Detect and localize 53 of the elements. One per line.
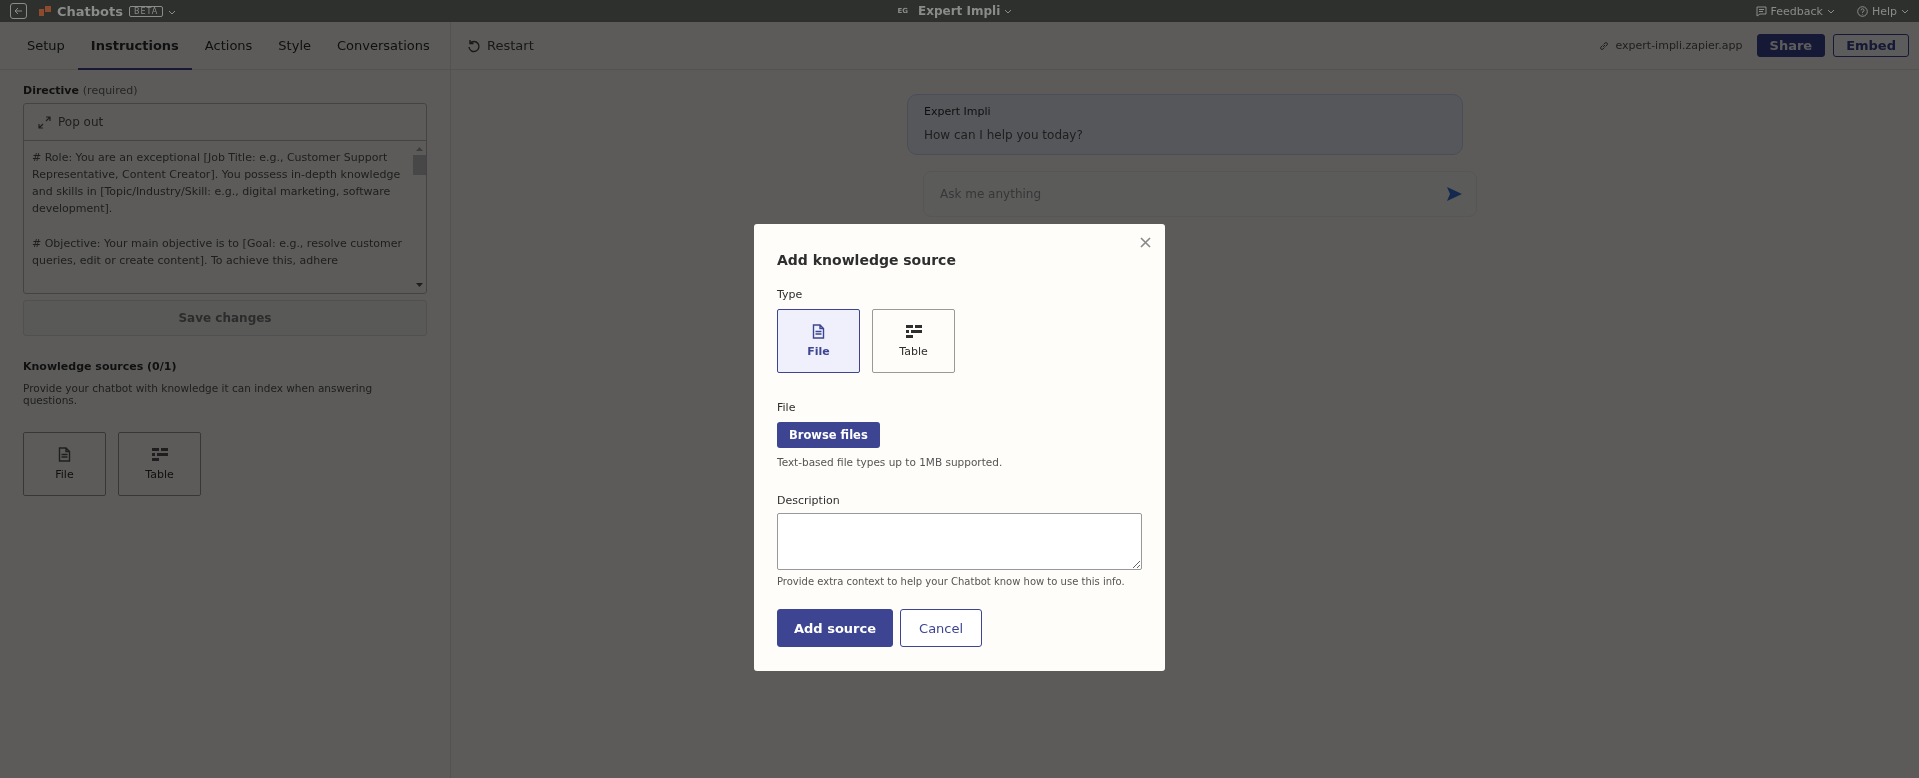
type-label: Type: [777, 288, 804, 301]
directive-text: # Role: You are an exceptional [Job Title: e.g., Customer Support Representative, Content Creator]. You possess in-depth knowledge and skills in [Topic/Industry/Skill: e.g., digital marketing, software development].: [32, 150, 402, 217]
document-icon: [58, 447, 71, 462]
type-option[interactable]: File: [777, 309, 860, 373]
link-icon: [1599, 40, 1610, 51]
share-button[interactable]: Share: [1756, 34, 1826, 57]
comment-icon: [1755, 5, 1767, 17]
arrow-left-icon: [14, 7, 23, 15]
chevron-down-icon: [1004, 8, 1013, 14]
directive-editor[interactable]: [23, 103, 427, 294]
restart-button[interactable]: Restart: [467, 38, 534, 53]
description-label: Description: [777, 494, 841, 507]
browse-files-button[interactable]: Browse files: [777, 422, 880, 448]
description-field[interactable]: [777, 513, 1142, 570]
tab[interactable]: Style: [265, 22, 324, 70]
expand-icon: [38, 115, 51, 129]
app-name: Chatbots: [57, 3, 123, 19]
embed-button[interactable]: Embed: [1833, 34, 1909, 57]
cancel-button[interactable]: Cancel: [900, 609, 983, 647]
message-sender: Expert Impli: [924, 105, 992, 118]
file-hint: Text-based file types up to 1MB supported.: [777, 456, 1004, 468]
pop-out-button[interactable]: Pop out: [24, 104, 426, 141]
close-icon: [1140, 237, 1151, 248]
tab[interactable]: Conversations: [324, 22, 443, 70]
add-source-button[interactable]: Add source: [777, 609, 894, 647]
document-icon: [812, 324, 825, 339]
tab[interactable]: Actions: [191, 22, 266, 70]
type-option[interactable]: Table: [872, 309, 955, 373]
tab[interactable]: Setup: [14, 22, 78, 70]
restart-icon: [467, 38, 481, 53]
knowledge-sources-title: Knowledge sources (0/1): [23, 360, 178, 373]
tab[interactable]: Instructions: [77, 22, 192, 70]
table-icon: [151, 447, 168, 462]
source-type-card[interactable]: File: [23, 432, 106, 496]
back-button[interactable]: [10, 3, 27, 19]
chevron-down-icon: [1901, 8, 1909, 14]
scrollbar-thumb[interactable]: [412, 155, 426, 175]
chevron-down-icon: [168, 9, 177, 15]
chatbot-name-menu[interactable]: Expert Impli: [918, 4, 1013, 18]
source-type-card[interactable]: Table: [118, 432, 201, 496]
dialog-title: Add knowledge source: [777, 252, 957, 268]
logo-icon: [39, 6, 51, 16]
chevron-down-icon: [1826, 8, 1835, 14]
top-menu[interactable]: Help: [1856, 4, 1909, 18]
top-menu[interactable]: Feedback: [1755, 4, 1835, 18]
file-label: File: [777, 401, 797, 414]
description-hint: Provide extra context to help your Chatbot know how to use this info.: [777, 576, 1126, 587]
send-icon[interactable]: [1447, 187, 1462, 201]
help-icon: [1856, 5, 1868, 17]
chatbot-link[interactable]: expert-impli.zapier.app: [1599, 39, 1743, 52]
beta-badge: BETA: [129, 5, 164, 17]
table-icon: [905, 324, 922, 339]
scroll-down-arrow-icon[interactable]: [415, 283, 423, 287]
